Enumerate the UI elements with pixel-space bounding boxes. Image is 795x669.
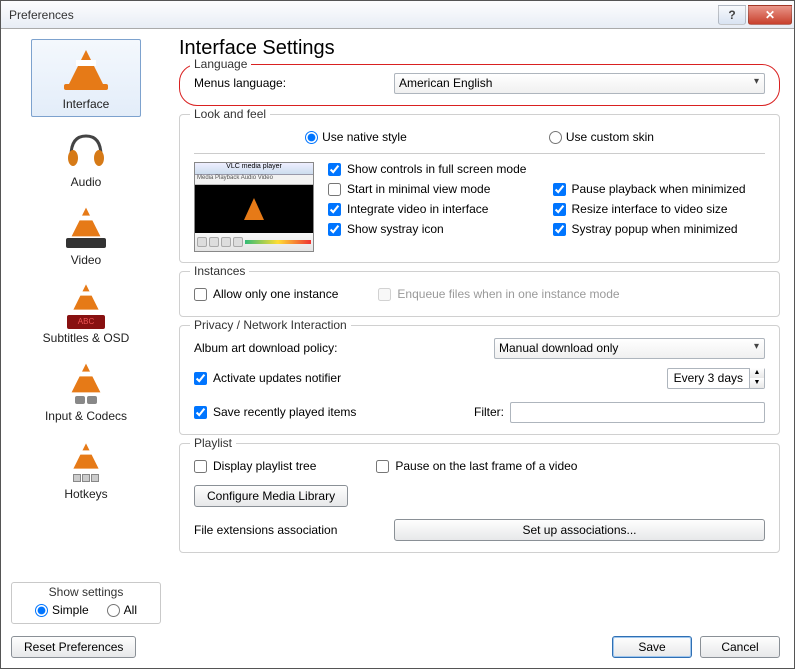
sidebar-item-label: Subtitles & OSD — [43, 331, 130, 345]
group-legend: Look and feel — [190, 107, 270, 121]
show-controls-check[interactable]: Show controls in full screen mode — [328, 162, 541, 176]
group-legend: Language — [190, 57, 251, 71]
configure-media-library-button[interactable]: Configure Media Library — [194, 485, 348, 507]
cancel-button[interactable]: Cancel — [700, 636, 780, 658]
show-settings-box: Show settings Simple All — [11, 582, 161, 624]
sidebar-item-label: Hotkeys — [64, 487, 107, 501]
page-title: Interface Settings — [179, 37, 780, 60]
show-settings-simple[interactable]: Simple — [35, 603, 89, 617]
dialog-footer: Reset Preferences Save Cancel — [1, 630, 794, 668]
sidebar-item-label: Video — [71, 253, 101, 267]
display-playlist-tree-check[interactable]: Display playlist tree — [194, 459, 316, 473]
album-art-select[interactable]: Manual download only — [494, 338, 765, 359]
show-systray-check[interactable]: Show systray icon — [328, 222, 541, 236]
systray-popup-check[interactable]: Systray popup when minimized — [553, 222, 766, 236]
reset-preferences-button[interactable]: Reset Preferences — [11, 636, 136, 658]
album-art-label: Album art download policy: — [194, 341, 494, 355]
language-group: Language Menus language: American Englis… — [179, 64, 780, 106]
help-button[interactable]: ? — [718, 5, 746, 25]
sidebar-item-hotkeys[interactable]: Hotkeys — [31, 429, 141, 507]
hotkeys-icon — [58, 435, 114, 485]
save-button[interactable]: Save — [612, 636, 692, 658]
menus-language-select[interactable]: American English — [394, 73, 765, 94]
instances-group: Instances Allow only one instance Enqueu… — [179, 271, 780, 317]
category-sidebar: Interface Audio Video ABC Subtitles & OS… — [1, 29, 171, 630]
sidebar-item-audio[interactable]: Audio — [31, 117, 141, 195]
setup-associations-button[interactable]: Set up associations... — [394, 519, 765, 541]
native-style-radio[interactable]: Use native style — [305, 130, 407, 144]
subtitles-icon: ABC — [58, 279, 114, 329]
preview-thumbnail: VLC media player Media Playback Audio Vi… — [194, 162, 314, 252]
sidebar-item-interface[interactable]: Interface — [31, 39, 141, 117]
close-button[interactable]: ✕ — [748, 5, 792, 25]
allow-one-instance-check[interactable]: Allow only one instance — [194, 287, 338, 301]
file-ext-label: File extensions association — [194, 523, 394, 537]
cone-icon — [58, 45, 114, 95]
sidebar-item-video[interactable]: Video — [31, 195, 141, 273]
enqueue-files-check: Enqueue files when in one instance mode — [378, 287, 619, 301]
show-settings-label: Show settings — [20, 585, 152, 599]
sidebar-item-label: Input & Codecs — [45, 409, 127, 423]
filter-label: Filter: — [474, 405, 504, 419]
codecs-icon — [58, 357, 114, 407]
pause-last-frame-check[interactable]: Pause on the last frame of a video — [376, 459, 577, 473]
menus-language-label: Menus language: — [194, 76, 394, 90]
start-minimal-check[interactable]: Start in minimal view mode — [328, 182, 541, 196]
pause-minimized-check[interactable]: Pause playback when minimized — [553, 182, 766, 196]
updates-interval-spinner[interactable]: Every 3 days ▲▼ — [667, 368, 765, 389]
headphones-icon — [58, 123, 114, 173]
save-recent-check[interactable]: Save recently played items — [194, 405, 474, 419]
filter-input[interactable] — [510, 402, 765, 423]
resize-interface-check[interactable]: Resize interface to video size — [553, 202, 766, 216]
film-icon — [58, 201, 114, 251]
show-settings-all[interactable]: All — [107, 603, 137, 617]
spinner-up-icon[interactable]: ▲ — [750, 368, 764, 378]
integrate-video-check[interactable]: Integrate video in interface — [328, 202, 541, 216]
sidebar-item-input-codecs[interactable]: Input & Codecs — [31, 351, 141, 429]
title-bar: Preferences ? ✕ — [1, 1, 794, 29]
spinner-down-icon[interactable]: ▼ — [750, 378, 764, 388]
privacy-group: Privacy / Network Interaction Album art … — [179, 325, 780, 435]
group-legend: Instances — [190, 264, 249, 278]
playlist-group: Playlist Display playlist tree Pause on … — [179, 443, 780, 553]
group-legend: Playlist — [190, 436, 236, 450]
sidebar-item-label: Audio — [71, 175, 102, 189]
window-title: Preferences — [9, 8, 718, 22]
custom-skin-radio[interactable]: Use custom skin — [549, 130, 654, 144]
group-legend: Privacy / Network Interaction — [190, 318, 351, 332]
sidebar-item-subtitles[interactable]: ABC Subtitles & OSD — [31, 273, 141, 351]
sidebar-item-label: Interface — [63, 97, 110, 111]
look-and-feel-group: Look and feel Use native style Use custo… — [179, 114, 780, 263]
updates-notifier-check[interactable]: Activate updates notifier — [194, 371, 494, 385]
